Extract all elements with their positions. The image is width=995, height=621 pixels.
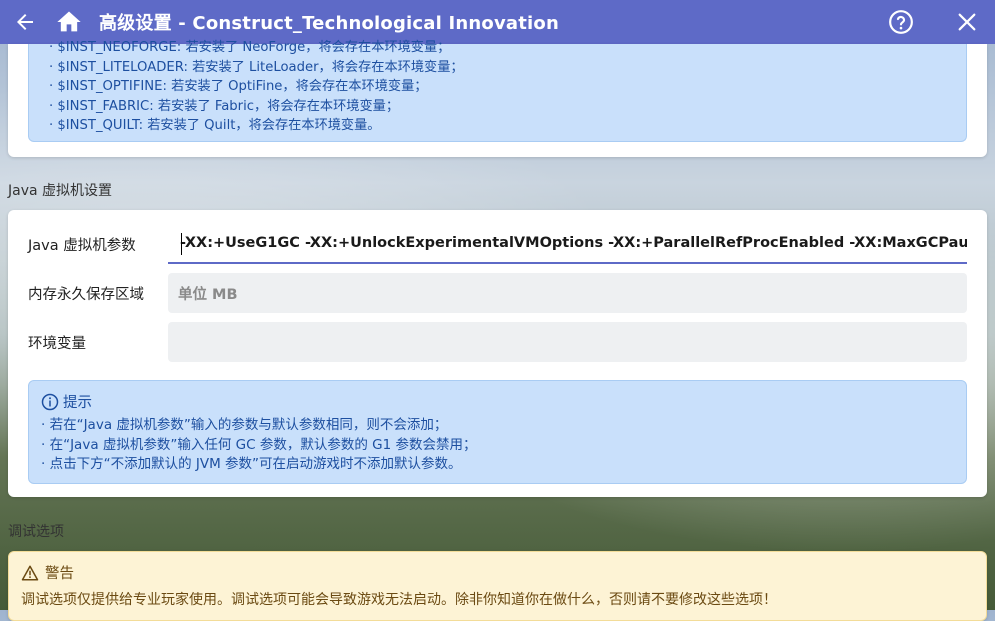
text-caret [181,233,182,255]
env-vars-hint: · $INST_NEOFORGE: 若安装了 NeoForge，将会存在本环境变… [28,40,967,142]
env-vars-input[interactable] [168,322,967,362]
arrow-left-icon [17,14,33,30]
window-title: 高级设置 - Construct_Technological Innovatio… [99,13,560,34]
jvm-args-input[interactable]: -XX:+UseG1GC -XX:+UnlockExperimentalVMOp… [168,224,967,264]
debug-section-title: 调试选项 [8,524,64,540]
warning-icon [21,565,39,580]
warning-box: 警告 调试选项仅提供给专业玩家使用。调试选项可能会导致游戏无法启动。除非你知道你… [8,551,987,621]
hint-line: · $INST_NEOFORGE: 若安装了 NeoForge，将会存在本环境变… [49,40,451,55]
close-button[interactable] [951,6,983,38]
jvm-args-value: -XX:+UseG1GC -XX:+UnlockExperimentalVMOp… [180,235,967,251]
jvm-args-label: Java 虚拟机参数 [28,238,136,254]
java-settings-card: Java 虚拟机参数 -XX:+UseG1GC -XX:+UnlockExper… [8,210,987,497]
back-button[interactable] [9,6,41,38]
tip-title: 提示 [63,395,92,411]
warning-text: 调试选项仅提供给专业玩家使用。调试选项可能会导致游戏无法启动。除非你知道你在做什… [21,592,777,608]
hint-line: · $INST_LITELOADER: 若安装了 LiteLoader，将会存在… [49,59,464,75]
hint-line: · $INST_OPTIFINE: 若安装了 OptiFine，将会存在本环境变… [49,79,428,95]
home-button[interactable] [53,6,85,38]
help-button[interactable] [885,6,917,38]
tip-line: · 若在“Java 虚拟机参数”输入的参数与默认参数相同，则不会添加； [41,417,448,433]
info-icon [41,393,59,410]
permgen-label: 内存永久保存区域 [28,287,144,303]
permgen-input[interactable]: 单位 MB [168,273,967,313]
tip-box: 提示 · 若在“Java 虚拟机参数”输入的参数与默认参数相同，则不会添加； ·… [28,380,967,484]
permgen-placeholder: 单位 MB [178,286,238,303]
help-circle-icon [889,10,913,34]
hint-line: · $INST_QUILT: 若安装了 Quilt，将会存在本环境变量。 [49,118,381,134]
hint-line: · $INST_FABRIC: 若安装了 Fabric，将会存在本环境变量； [49,98,400,114]
tip-line: · 在“Java 虚拟机参数”输入任何 GC 参数，默认参数的 G1 参数会禁用… [41,436,477,453]
warning-title: 警告 [45,566,74,582]
close-icon [958,13,976,31]
home-icon [57,11,81,32]
java-section-title: Java 虚拟机设置 [8,183,113,199]
tip-line: · 点击下方“不添加默认的 JVM 参数”可在启动游戏时不添加默认参数。 [41,456,462,472]
env-vars-label: 环境变量 [28,336,86,352]
launch-args-card: · $INST_NEOFORGE: 若安装了 NeoForge，将会存在本环境变… [8,40,987,157]
